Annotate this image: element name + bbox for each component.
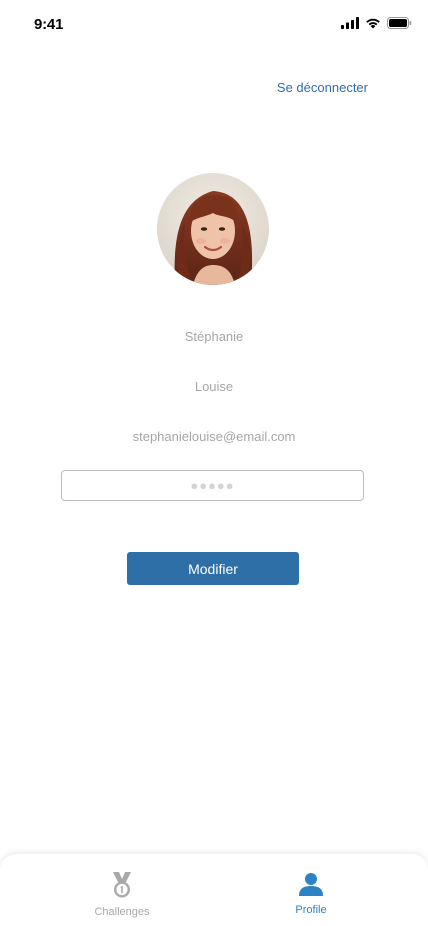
tab-profile-label: Profile — [295, 904, 327, 916]
status-bar: 9:41 — [0, 0, 428, 48]
logout-link[interactable]: Se déconnecter — [277, 80, 368, 95]
status-time: 9:41 — [34, 16, 64, 33]
signal-icon — [341, 17, 359, 29]
last-name-field[interactable]: Louise — [0, 379, 428, 394]
profile-screen: 9:41 Se déconnecter Stéphanie Louise ste… — [0, 0, 428, 926]
modify-button[interactable]: Modifier — [127, 552, 299, 585]
tab-profile[interactable]: Profile — [251, 872, 371, 916]
password-field[interactable]: ●●●●● — [61, 470, 364, 501]
tab-challenges-label: Challenges — [94, 906, 150, 918]
medal-icon — [110, 872, 134, 903]
battery-icon — [387, 17, 412, 29]
status-icons — [341, 17, 412, 29]
avatar[interactable] — [157, 173, 269, 285]
tab-challenges[interactable]: Challenges — [62, 872, 182, 918]
first-name-field[interactable]: Stéphanie — [0, 329, 428, 344]
wifi-icon — [365, 17, 381, 29]
person-icon — [299, 872, 323, 901]
email-field[interactable]: stephanielouise@email.com — [0, 429, 428, 444]
tab-bar: Challenges Profile — [0, 854, 428, 926]
password-mask: ●●●●● — [190, 478, 235, 493]
